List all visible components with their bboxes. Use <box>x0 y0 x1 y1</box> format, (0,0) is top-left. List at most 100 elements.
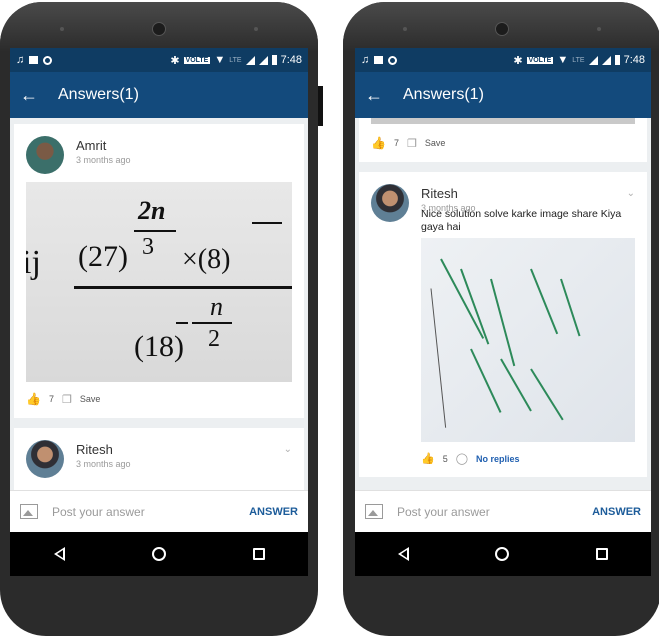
avatar[interactable] <box>371 184 409 222</box>
ink-stroke <box>430 288 447 428</box>
image-icon <box>29 56 39 64</box>
sensor <box>60 27 64 31</box>
math-glyph: 2n <box>138 196 166 225</box>
nav-home-icon[interactable] <box>495 547 510 561</box>
author-name[interactable]: Amrit <box>76 138 131 153</box>
answer-time: 3 months ago <box>76 459 131 469</box>
camera <box>495 22 509 36</box>
nav-back-icon[interactable] <box>398 547 410 561</box>
status-time: 7:48 <box>280 54 302 66</box>
signal-icon <box>258 55 268 65</box>
sensor <box>597 27 601 31</box>
math-glyph: ×(8) <box>182 244 231 275</box>
back-arrow-icon[interactable]: ← <box>20 85 50 106</box>
answer-time: 3 months ago <box>76 155 131 165</box>
ink-stroke <box>560 278 581 337</box>
like-count: 5 <box>442 453 448 464</box>
signal-icon <box>601 55 611 65</box>
compose-bar: Post your answer ANSWER <box>355 490 651 532</box>
circle-icon <box>43 55 53 65</box>
battery-icon <box>271 55 277 65</box>
sensor <box>403 27 407 31</box>
answer-input[interactable]: Post your answer <box>52 505 145 519</box>
math-glyph <box>192 322 232 324</box>
save-button[interactable]: Save <box>80 394 101 404</box>
math-glyph: ij <box>26 244 41 281</box>
math-glyph: 3 <box>142 234 154 260</box>
circle-icon <box>388 55 398 65</box>
nav-bar <box>10 532 308 576</box>
lte-label: LTE <box>229 56 242 64</box>
answer-button[interactable]: ANSWER <box>249 506 298 518</box>
ink-stroke <box>530 268 559 335</box>
ink-stroke <box>500 358 532 412</box>
screen-left: ♫ ✱ VOLTE ▼ LTE 7:48 ← Answers(1) Amrit … <box>10 48 308 576</box>
like-count: 7 <box>393 138 399 148</box>
answers-list[interactable]: Amrit 3 months ago 2n 3 ij (27) ×(8) n 2… <box>10 118 308 490</box>
answers-list[interactable]: 👍 7 ❐ Save ⌄ Ritesh 3 months ago Nice so… <box>355 118 651 490</box>
volume-button <box>318 86 323 126</box>
screen-right: ♫ ✱ VOLTE ▼ LTE 7:48 ← Answers(1) 👍 7 ❐ … <box>355 48 651 576</box>
avatar[interactable] <box>26 440 64 478</box>
ink-stroke <box>470 348 502 413</box>
thumbs-up-icon[interactable]: 👍 <box>26 392 41 406</box>
page-title: Answers(1) <box>403 86 484 103</box>
status-bar: ♫ ✱ VOLTE ▼ LTE 7:48 <box>355 48 651 72</box>
math-glyph <box>252 222 282 224</box>
answer-card: ⌄ Ritesh 3 months ago <box>14 428 304 490</box>
status-time: 7:48 <box>623 54 645 66</box>
math-glyph <box>134 230 176 232</box>
music-icon: ♫ <box>361 54 370 66</box>
bookmark-icon[interactable]: ❐ <box>407 137 417 150</box>
math-glyph: 2 <box>208 326 220 352</box>
answer-input[interactable]: Post your answer <box>397 505 490 519</box>
author-name[interactable]: Ritesh <box>421 186 476 201</box>
volte-badge: VOLTE <box>183 56 211 64</box>
app-bar: ← Answers(1) <box>10 72 308 118</box>
image-icon[interactable] <box>365 504 383 519</box>
math-glyph: n <box>210 292 223 321</box>
phone-left: ♫ ✱ VOLTE ▼ LTE 7:48 ← Answers(1) Amrit … <box>0 2 318 636</box>
app-bar: ← Answers(1) <box>355 72 651 118</box>
like-count: 7 <box>48 394 54 404</box>
image-icon[interactable] <box>20 504 38 519</box>
wifi-icon: ▼ <box>557 54 569 66</box>
answer-button[interactable]: ANSWER <box>592 506 641 518</box>
chevron-down-icon[interactable]: ⌄ <box>627 188 635 199</box>
page-title: Answers(1) <box>58 86 139 103</box>
ink-stroke <box>530 368 564 421</box>
volte-badge: VOLTE <box>526 56 554 64</box>
replies-link[interactable]: No replies <box>476 454 520 464</box>
music-icon: ♫ <box>16 54 25 66</box>
comment-icon[interactable]: ◯ <box>456 452 468 465</box>
status-bar: ♫ ✱ VOLTE ▼ LTE 7:48 <box>10 48 308 72</box>
answer-card: ⌄ Ritesh 3 months ago Nice solution solv… <box>359 172 647 477</box>
nav-recents-icon[interactable] <box>595 548 608 560</box>
answer-card: Amrit 3 months ago 2n 3 ij (27) ×(8) n 2… <box>14 124 304 418</box>
battery-icon <box>614 55 620 65</box>
bookmark-icon[interactable]: ❐ <box>62 393 72 406</box>
stage: ♫ ✱ VOLTE ▼ LTE 7:48 ← Answers(1) Amrit … <box>0 0 659 638</box>
answer-image[interactable]: 2n 3 ij (27) ×(8) n 2 (18) <box>26 182 292 382</box>
signal-icon <box>245 55 255 65</box>
math-glyph: (18) <box>134 330 184 363</box>
wifi-icon: ▼ <box>214 54 226 66</box>
nav-bar <box>355 532 651 576</box>
thumbs-up-icon[interactable]: 👍 <box>421 452 435 465</box>
answer-image[interactable] <box>421 238 635 442</box>
math-glyph <box>176 322 188 324</box>
nav-back-icon[interactable] <box>53 547 65 561</box>
bluetooth-icon: ✱ <box>513 54 523 67</box>
avatar[interactable] <box>26 136 64 174</box>
phone-right: ♫ ✱ VOLTE ▼ LTE 7:48 ← Answers(1) 👍 7 ❐ … <box>343 2 659 636</box>
thumbs-up-icon[interactable]: 👍 <box>371 136 386 150</box>
author-name[interactable]: Ritesh <box>76 442 131 457</box>
nav-home-icon[interactable] <box>151 547 166 561</box>
nav-recents-icon[interactable] <box>252 548 265 560</box>
math-glyph: (27) <box>78 240 128 273</box>
save-button[interactable]: Save <box>425 138 446 148</box>
back-arrow-icon[interactable]: ← <box>365 85 395 106</box>
chevron-down-icon[interactable]: ⌄ <box>284 444 292 455</box>
camera <box>152 22 166 36</box>
image-icon <box>374 56 384 64</box>
